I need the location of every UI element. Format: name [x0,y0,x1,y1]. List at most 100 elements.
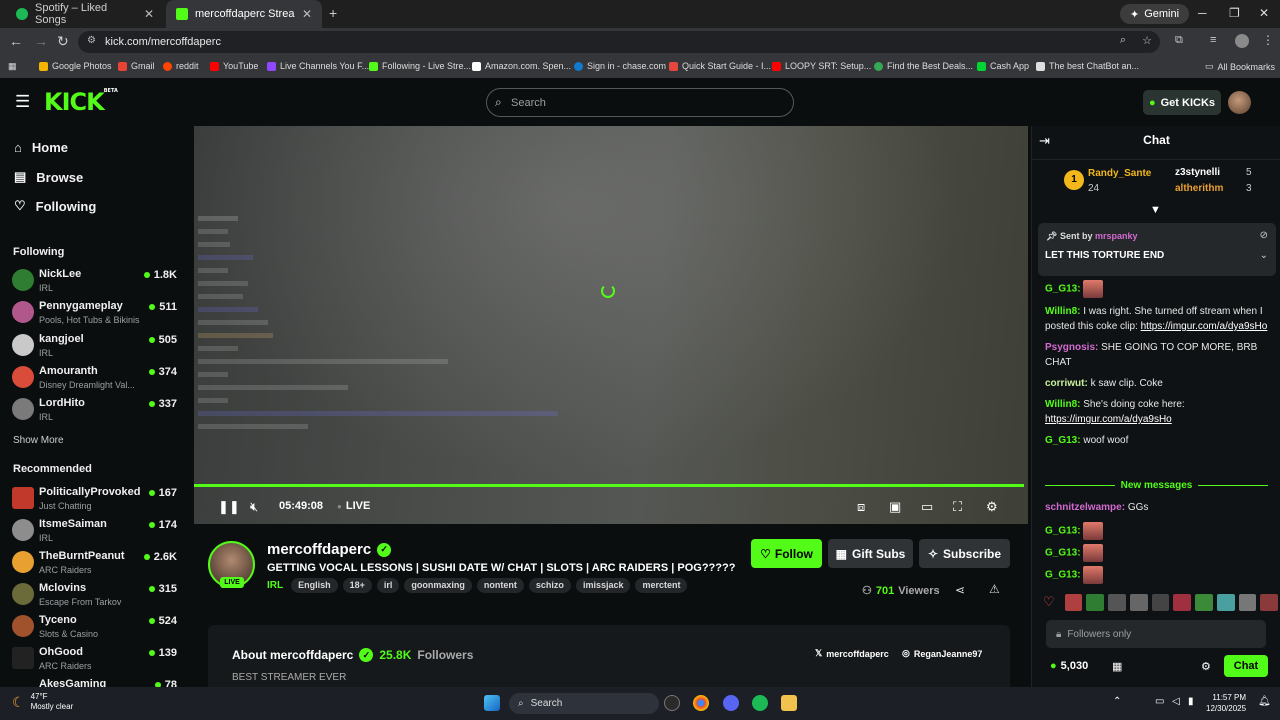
sidebar-item-home[interactable]: ⌂ Home [14,140,68,155]
close-tab-icon[interactable]: ✕ [144,7,154,21]
bookmark-star-icon[interactable]: ☆ [1142,34,1152,47]
tag[interactable]: schizo [528,578,571,593]
follow-button[interactable]: ♡ Follow [751,539,822,568]
tag[interactable]: irl [376,578,400,593]
chat-settings-icon[interactable]: ⚙ [1201,660,1211,673]
miniplayer-icon[interactable]: ⧈ [857,499,865,515]
chat-input[interactable]: 🔒︎ Followers only [1046,620,1266,648]
chat-link[interactable]: https://imgur.com/a/dya9sHo [1141,321,1268,332]
bookmark-google-photos[interactable]: Google Photos [39,61,112,71]
bookmark-deals[interactable]: Find the Best Deals... [874,61,973,71]
chevron-down-icon[interactable]: ⌄ [1260,250,1268,261]
spotify-icon[interactable] [752,695,768,711]
hamburger-menu-icon[interactable]: ☰ [15,92,30,112]
leader-name[interactable]: z3stynelli [1175,167,1220,178]
volume-icon[interactable]: ◁ [1172,696,1180,707]
hide-pin-icon[interactable]: ⊘ [1260,230,1268,241]
sender-name[interactable]: mrspanky [1095,231,1138,241]
apps-icon[interactable]: ▦ [8,61,17,72]
chat-username[interactable]: schnitzelwampe: [1045,502,1125,513]
chat-username[interactable]: Willin8: [1045,306,1080,317]
extensions-icon[interactable]: ⧉ [1175,34,1183,47]
leader-name[interactable]: Randy_Sante [1088,168,1151,179]
emote-icon[interactable] [1173,594,1192,611]
emote-icon[interactable] [1108,594,1126,611]
tag[interactable]: merctent [635,578,688,593]
report-warning-icon[interactable]: ⚠ [989,582,1000,596]
bookmark-quickstart[interactable]: Quick Start Guide - I... [669,61,771,71]
heart-emote-icon[interactable]: ♡ [1043,594,1061,611]
fullscreen-icon[interactable]: ⛶ [953,499,962,515]
restore-icon[interactable]: ❐ [1229,6,1240,20]
bookmark-twitch[interactable]: Live Channels You F... [267,61,369,71]
bookmark-cashapp[interactable]: Cash App [977,61,1029,71]
network-icon[interactable]: ▭ [1155,696,1164,707]
chat-username[interactable]: G_G13: [1045,526,1081,537]
channel-item[interactable]: LordHito IRL 337 [12,396,177,426]
chevron-up-icon[interactable]: ⌃ [1113,696,1121,707]
media-icon[interactable]: ≡ [1210,34,1216,46]
new-tab-button[interactable]: + [329,5,337,21]
menu-icon[interactable]: ⋮ [1262,33,1274,47]
x-social-link[interactable]: 𝕏mercoffdaperc [815,648,889,659]
tag[interactable]: English [291,578,338,593]
channel-item[interactable]: NickLee IRL 1.8K [12,267,177,297]
task-view-icon[interactable] [664,695,680,711]
channel-item[interactable]: Tyceno Slots & Casino 524 [12,613,177,643]
bookmark-chase[interactable]: Sign in - chase.com [574,61,666,71]
discord-icon[interactable] [723,695,739,711]
streamer-name[interactable]: mercoffdaperc ✓ [267,541,392,558]
bookmark-kick[interactable]: Following - Live Stre... [369,61,471,71]
video-player[interactable]: ❚❚ 🔇︎ 05:49:08 ● LIVE ⧈ ▣ ▭ ⛶ ⚙ [194,126,1028,524]
chat-link[interactable]: https://imgur.com/a/dya9sHo [1045,414,1172,425]
minimize-icon[interactable]: ─ [1198,6,1207,20]
chat-username[interactable]: Willin8: [1045,399,1080,410]
chat-username[interactable]: G_G13: [1045,435,1081,446]
url-field[interactable]: ⚙ kick.com/mercoffdaperc ⌕ ☆ [78,31,1160,53]
chat-username[interactable]: G_G13: [1045,570,1081,581]
show-more-link[interactable]: Show More [13,435,64,446]
tag[interactable]: goonmaxing [404,578,472,593]
settings-gear-icon[interactable]: ⚙ [986,499,998,515]
close-tab-icon[interactable]: ✕ [302,7,312,21]
bookmark-gmail[interactable]: Gmail [118,61,155,71]
forward-icon[interactable]: → [34,33,48,49]
bookmark-amazon[interactable]: Amazon.com. Spen... [472,61,571,71]
channel-item[interactable]: Pennygameplay Pools, Hot Tubs & Bikinis 51… [12,299,177,329]
gemini-button[interactable]: ✦ Gemini [1120,4,1190,24]
sidebar-item-following[interactable]: ♡ Following [14,198,96,214]
weather-widget[interactable]: ☾ 47°F Mostly clear [12,692,73,712]
emote-icon[interactable] [1151,594,1170,611]
progress-bar[interactable] [194,484,1024,487]
notification-bell-icon[interactable]: 🔔︎ [1258,696,1271,707]
channel-item[interactable]: ItsmeSaiman IRL 174 [12,517,177,547]
emote-icon[interactable] [1216,594,1235,611]
channel-item[interactable]: OhGood ARC Raiders 139 [12,645,177,675]
site-info-icon[interactable]: ⚙ [87,35,96,46]
tab-kick[interactable]: mercoffdaperc Stream - Watch ✕ [166,0,322,28]
user-avatar[interactable] [1228,91,1251,114]
channel-item[interactable]: TheBurntPeanut ARC Raiders 2.6K [12,549,177,579]
send-chat-button[interactable]: Chat [1224,655,1268,677]
bookmark-loopy[interactable]: LOOPY SRT: Setup... [772,61,871,71]
bookmark-chatbot[interactable]: The best ChatBot an... [1036,61,1139,71]
zoom-icon[interactable]: ⌕ [1120,34,1126,47]
close-window-icon[interactable]: ✕ [1259,6,1269,20]
emote-icon[interactable] [1238,594,1257,611]
clip-icon[interactable]: ▣ [889,499,901,515]
file-explorer-icon[interactable] [781,695,797,711]
chat-username[interactable]: corriwut: [1045,378,1088,389]
search-input[interactable]: ⌕ Search [486,88,794,117]
leader-name[interactable]: altherithm [1175,183,1223,194]
get-kicks-button[interactable]: ● Get KICKs [1143,90,1221,115]
emote-icon[interactable] [1129,594,1148,611]
channel-item[interactable]: Mclovins Escape From Tarkov 315 [12,581,177,611]
gift-icon[interactable]: ▦ [1112,660,1122,673]
windows-start-icon[interactable] [484,695,500,711]
kick-logo[interactable]: KICKBETA [44,88,118,116]
tab-spotify[interactable]: Spotify – Liked Songs ✕ [6,0,164,28]
sidebar-item-browse[interactable]: ▤ Browse [14,169,83,185]
channel-item[interactable]: Amouranth Disney Dreamlight Val... 374 [12,364,177,394]
instagram-social-link[interactable]: ◎ ReganJeanne97 [902,648,982,659]
tag[interactable]: 18+ [342,578,372,593]
